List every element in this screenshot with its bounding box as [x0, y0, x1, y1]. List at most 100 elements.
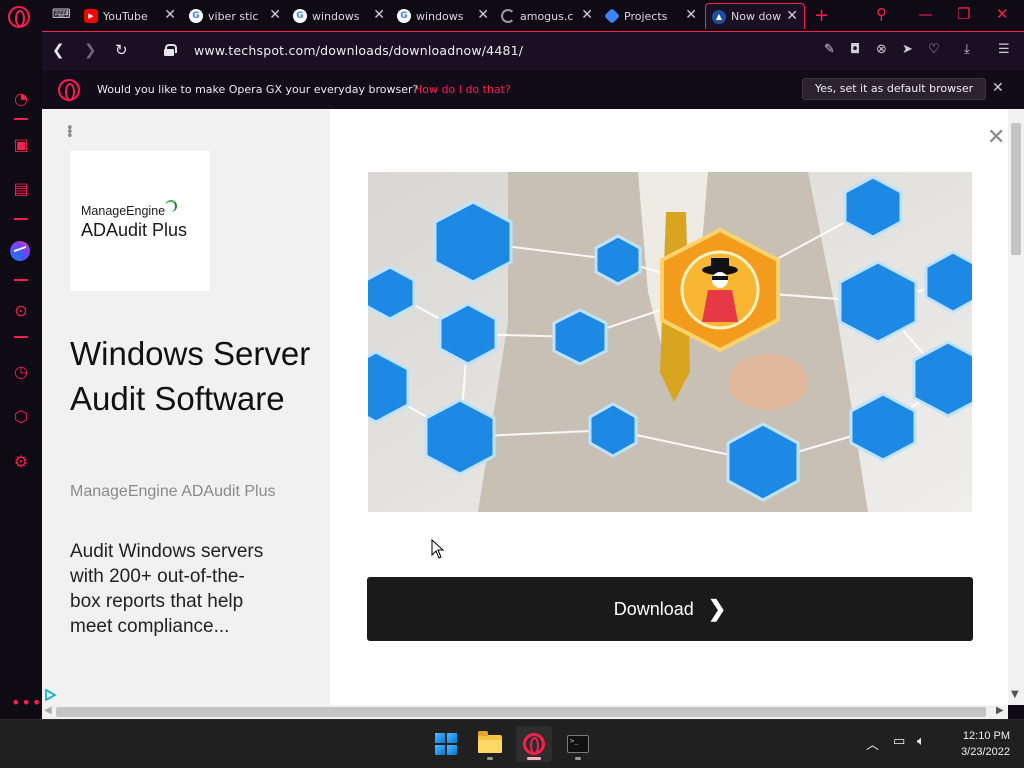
tab-close-icon[interactable]: ✕	[477, 7, 489, 23]
player-icon[interactable]: ⊙	[11, 301, 31, 321]
twitch-icon[interactable]: ▤	[11, 179, 31, 199]
camera-icon[interactable]: ◘	[850, 42, 860, 57]
tab-projects[interactable]: Projects ✕	[604, 3, 697, 29]
close-notification-icon[interactable]: ✕	[992, 80, 1004, 96]
system-clock[interactable]: 12:10 PM 3/23/2022	[940, 728, 1010, 760]
easy-setup-icon[interactable]: ☰	[998, 42, 1010, 57]
vertical-scroll-thumb[interactable]	[1011, 123, 1021, 255]
tab-close-icon[interactable]: ✕	[786, 8, 798, 24]
google-icon: G	[397, 9, 411, 23]
sidebar-divider	[14, 118, 28, 120]
tab-now-downloading[interactable]: ▲ Now dow ✕	[705, 3, 805, 29]
sidebar: ◔ ▣ ▤ ⊙ ◷ ⬡ ⚙ •••	[0, 31, 42, 719]
cube-icon	[604, 8, 620, 24]
file-explorer-button[interactable]	[472, 726, 508, 762]
search-tabs-icon[interactable]: ⚲	[876, 5, 887, 23]
edit-icon[interactable]: ✎	[824, 42, 835, 57]
more-icon[interactable]: •••	[11, 693, 42, 712]
speed-dial-icon[interactable]: ◔	[11, 89, 31, 109]
mouse-cursor-icon	[431, 539, 445, 559]
how-to-link[interactable]: How do I do that?	[414, 83, 511, 96]
close-ad-icon[interactable]: ✕	[987, 125, 1005, 150]
ad-advertiser[interactable]: ManageEngine ADAudit Plus	[70, 483, 275, 501]
url-field[interactable]: www.techspot.com/downloads/downloadnow/4…	[194, 43, 523, 58]
back-icon[interactable]: ❮	[52, 41, 65, 59]
opera-gx-taskbar-button[interactable]	[516, 726, 552, 762]
browser-window: ⌨ ▶ YouTube ✕ G viber stic ✕ G windows ✕…	[0, 0, 1024, 768]
loading-icon	[501, 9, 515, 23]
set-default-button[interactable]: Yes, set it as default browser	[802, 78, 987, 100]
sidebar-divider	[14, 279, 28, 281]
adblock-icon[interactable]: ⊗	[876, 42, 887, 57]
restore-icon[interactable]: ❐	[957, 5, 970, 23]
sidebar-divider	[14, 336, 28, 338]
chevron-right-icon: ❯	[707, 596, 727, 621]
opera-gx-icon	[58, 79, 80, 101]
advertiser-logo[interactable]: ManageEngine ADAudit Plus	[70, 151, 210, 291]
running-indicator	[575, 757, 581, 760]
tab-viber-stickers[interactable]: G viber stic ✕	[189, 3, 281, 29]
tab-close-icon[interactable]: ✕	[581, 7, 593, 23]
heart-icon[interactable]: ♡	[928, 42, 940, 57]
shopping-bag-icon[interactable]: ▣	[11, 135, 31, 155]
tab-youtube[interactable]: ▶ YouTube ✕	[84, 3, 176, 29]
horizontal-scrollbar[interactable]: ◀ ▶	[42, 705, 1008, 719]
vertical-scrollbar[interactable]: ▼	[1008, 109, 1024, 705]
scroll-down-icon[interactable]: ▼	[1011, 689, 1019, 700]
techspot-icon: ▲	[712, 9, 726, 24]
forward-icon[interactable]: ❯	[84, 41, 97, 59]
lock-icon	[164, 44, 177, 56]
horizontal-scroll-thumb[interactable]	[56, 707, 986, 717]
ad-options-icon[interactable]: • • •	[66, 122, 74, 143]
tab-close-icon[interactable]: ✕	[164, 7, 176, 23]
scroll-left-icon[interactable]: ◀	[44, 705, 52, 716]
tab-strip: ⌨ ▶ YouTube ✕ G viber stic ✕ G windows ✕…	[0, 0, 1024, 31]
google-icon: G	[189, 9, 203, 23]
page-content: • • • ManageEngine ADAudit Plus Windows Se…	[42, 109, 1008, 705]
windows-logo-icon	[435, 733, 457, 755]
tab-close-icon[interactable]: ✕	[373, 7, 385, 23]
folder-icon	[478, 731, 502, 753]
ad-hero-image[interactable]	[368, 172, 972, 512]
tab-amogus[interactable]: amogus.c ✕	[501, 3, 593, 29]
taskbar: >_ ︿ ▭ 🔈︎ 12:10 PM 3/23/2022	[0, 719, 1024, 768]
google-icon: G	[293, 9, 307, 23]
terminal-taskbar-button[interactable]: >_	[560, 726, 596, 762]
logo-arc-icon	[165, 200, 177, 212]
gamepad-icon[interactable]: ⌨	[52, 7, 71, 22]
default-browser-message: Would you like to make Opera GX your eve…	[97, 83, 419, 96]
sidebar-divider	[14, 218, 28, 220]
ad-panel: • • • ManageEngine ADAudit Plus Windows Se…	[42, 109, 330, 705]
ad-headline[interactable]: Windows Server Audit Software	[70, 331, 320, 421]
opera-gx-icon	[523, 733, 545, 755]
start-button[interactable]	[428, 726, 464, 762]
close-window-icon[interactable]: ✕	[996, 5, 1009, 23]
running-indicator	[487, 757, 493, 760]
default-browser-bar: Would you like to make Opera GX your eve…	[42, 71, 1024, 109]
send-icon[interactable]: ➤	[902, 42, 913, 57]
network-icon[interactable]: ▭	[893, 734, 905, 749]
settings-gear-icon[interactable]: ⚙	[11, 452, 31, 472]
history-icon[interactable]: ◷	[11, 362, 31, 382]
youtube-icon: ▶	[84, 9, 98, 23]
minimize-icon[interactable]: —	[918, 5, 933, 23]
reload-icon[interactable]: ↻	[115, 41, 128, 59]
terminal-icon: >_	[567, 735, 589, 753]
opera-menu-icon[interactable]	[8, 6, 30, 28]
tab-windows-1[interactable]: G windows ✕	[293, 3, 385, 29]
adchoices-icon[interactable]	[44, 689, 56, 701]
messenger-icon[interactable]	[10, 241, 30, 261]
scroll-right-icon[interactable]: ▶	[996, 705, 1004, 716]
ad-description[interactable]: Audit Windows servers with 200+ out-of-t…	[70, 539, 270, 639]
download-icon[interactable]: ⤓	[964, 42, 970, 57]
tab-windows-2[interactable]: G windows ✕	[397, 3, 489, 29]
download-button[interactable]: Download ❯	[367, 577, 973, 641]
volume-icon[interactable]: 🔈︎	[917, 734, 925, 749]
active-indicator	[527, 757, 541, 760]
tab-close-icon[interactable]: ✕	[685, 7, 697, 23]
chevron-up-icon[interactable]: ︿	[866, 734, 879, 753]
address-bar: ❮ ❯ ↻ www.techspot.com/downloads/downloa…	[42, 31, 1024, 70]
new-tab-icon[interactable]: +	[814, 5, 829, 26]
extensions-cube-icon[interactable]: ⬡	[11, 407, 31, 427]
tab-close-icon[interactable]: ✕	[269, 7, 281, 23]
